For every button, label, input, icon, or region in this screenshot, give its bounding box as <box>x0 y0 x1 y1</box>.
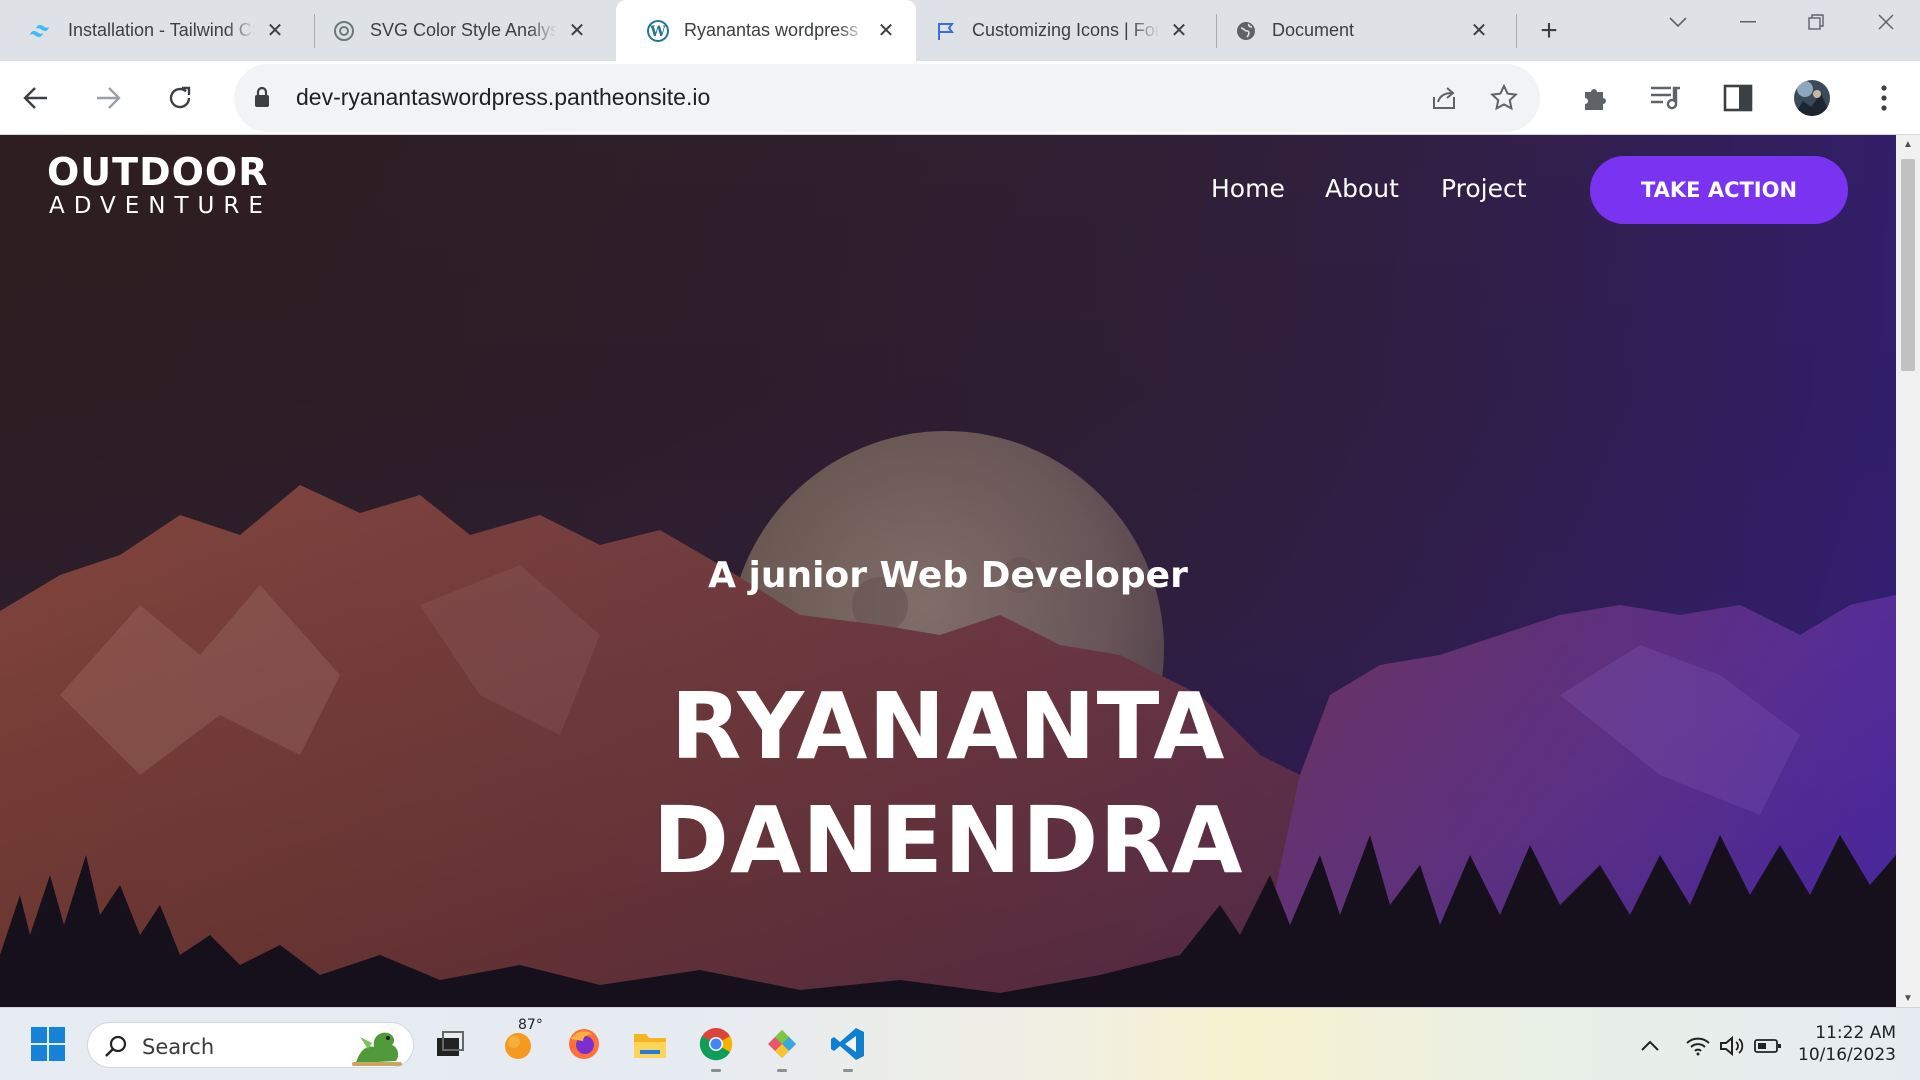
running-indicator <box>711 1069 721 1072</box>
search-icon <box>104 1034 128 1063</box>
chevron-up-icon[interactable] <box>1636 1032 1664 1060</box>
logo-line-2: ADVENTURE <box>49 192 272 219</box>
chrome-menu-icon[interactable] <box>1864 78 1904 118</box>
site-header: OUTDOOR ADVENTURE Home About Project TAK… <box>0 135 1896 245</box>
close-icon[interactable]: ✕ <box>1167 19 1191 43</box>
wordpress-icon: W <box>646 19 670 43</box>
tab-tailwind[interactable]: Installation - Tailwind CSS ✕ <box>0 0 305 61</box>
clock-date: 10/16/2023 <box>1798 1045 1896 1065</box>
search-label: Search <box>142 1035 215 1059</box>
restore-button[interactable] <box>1786 0 1846 44</box>
address-bar[interactable]: dev-ryanantaswordpress.pantheonsite.io <box>234 64 1540 132</box>
tab-title: Ryanantas wordpress <box>684 20 859 40</box>
running-indicator <box>843 1069 853 1072</box>
figma-like-app-icon[interactable] <box>760 1022 804 1072</box>
hero-title-line-2: DANENDRA <box>652 787 1244 894</box>
side-panel-icon[interactable] <box>1718 78 1758 118</box>
hero-title-line-1: RYANANTA <box>670 673 1226 780</box>
share-icon[interactable] <box>1426 80 1462 116</box>
globe-icon <box>1234 19 1258 43</box>
scroll-up-arrow-icon[interactable]: ▲ <box>1896 135 1920 153</box>
dragon-illustration-icon <box>352 1032 402 1066</box>
tab-svg-color[interactable]: SVG Color Style Analysis ✕ <box>302 0 607 61</box>
logo-line-1: OUTDOOR <box>47 150 269 194</box>
main-menu-about: About <box>1325 174 1399 203</box>
take-action-button[interactable]: TAKE ACTION <box>1590 156 1848 224</box>
system-clock[interactable]: 11:22 AM 10/16/2023 <box>1796 1022 1896 1066</box>
media-playlist-icon[interactable] <box>1646 78 1686 118</box>
main-menu: Home <box>1211 174 1285 203</box>
tab-separator <box>1516 14 1517 48</box>
weather-temperature: 87° <box>518 1017 543 1033</box>
back-button[interactable] <box>16 78 56 118</box>
lock-icon[interactable] <box>254 86 270 113</box>
reload-button[interactable] <box>160 78 200 118</box>
tab-document[interactable]: Document ✕ <box>1204 0 1509 61</box>
tab-search-chevron-icon[interactable] <box>1648 0 1708 44</box>
running-indicator <box>777 1069 787 1072</box>
chatgpt-icon <box>332 19 356 43</box>
chrome-icon[interactable] <box>694 1022 738 1072</box>
extensions-puzzle-icon[interactable] <box>1576 78 1616 118</box>
battery-icon[interactable] <box>1754 1032 1782 1060</box>
page-scrollbar[interactable]: ▲ ▼ <box>1896 135 1920 1007</box>
main-menu-project: Project <box>1441 174 1527 203</box>
tab-strip: Installation - Tailwind CSS ✕ SVG Color … <box>0 0 1920 61</box>
tab-title: Customizing Icons | Font Awesome <box>972 20 1159 40</box>
clock-time: 11:22 AM <box>1815 1023 1896 1043</box>
tab-title: Installation - Tailwind CSS <box>68 20 255 40</box>
flag-icon <box>934 19 958 43</box>
volume-icon[interactable] <box>1718 1032 1746 1060</box>
tab-customizing-icons[interactable]: Customizing Icons | Font Awesome ✕ <box>904 0 1209 61</box>
windows-start-icon[interactable] <box>26 1022 70 1066</box>
file-explorer-icon[interactable] <box>628 1022 672 1066</box>
profile-avatar[interactable] <box>1792 78 1832 118</box>
tailwind-icon <box>30 19 54 43</box>
scrollbar-thumb[interactable] <box>1901 159 1915 371</box>
nav-about-link[interactable]: About <box>1325 174 1399 203</box>
vscode-icon[interactable] <box>826 1022 870 1072</box>
hero-subtitle: A junior Web Developer <box>708 555 1188 596</box>
close-icon[interactable]: ✕ <box>263 19 287 43</box>
tab-title: SVG Color Style Analysis <box>370 20 557 40</box>
forward-button[interactable] <box>88 78 128 118</box>
firefox-icon[interactable] <box>562 1022 606 1066</box>
site-logo[interactable]: OUTDOOR ADVENTURE <box>47 150 272 220</box>
url-text[interactable]: dev-ryanantaswordpress.pantheonsite.io <box>296 84 710 111</box>
browser-toolbar: dev-ryanantaswordpress.pantheonsite.io <box>0 61 1920 135</box>
close-icon[interactable]: ✕ <box>1467 19 1491 43</box>
windows-taskbar: Search 87° 11:22 AM 10/16/2023 <box>0 1007 1920 1080</box>
scroll-down-arrow-icon[interactable]: ▼ <box>1896 989 1920 1007</box>
nav-home-link[interactable]: Home <box>1211 174 1285 203</box>
new-tab-button[interactable]: + <box>1530 12 1568 50</box>
close-icon[interactable]: ✕ <box>874 19 898 43</box>
wifi-icon[interactable] <box>1684 1032 1712 1060</box>
task-view-icon[interactable] <box>428 1022 472 1066</box>
bookmark-star-icon[interactable] <box>1486 80 1522 116</box>
hero-title: RYANANTA DANENDRA <box>0 670 1896 898</box>
svg-text:W: W <box>649 24 666 40</box>
minimize-button[interactable] <box>1718 0 1778 44</box>
close-window-button[interactable] <box>1856 0 1916 44</box>
tab-title: Document <box>1272 20 1355 40</box>
tab-ryanantas-wordpress[interactable]: W Ryanantas wordpress ✕ <box>616 0 916 61</box>
taskbar-search[interactable]: Search <box>87 1022 414 1068</box>
page-viewport: OUTDOOR ADVENTURE Home About Project TAK… <box>0 135 1896 1007</box>
close-icon[interactable]: ✕ <box>565 19 589 43</box>
nav-project-link[interactable]: Project <box>1441 174 1527 203</box>
